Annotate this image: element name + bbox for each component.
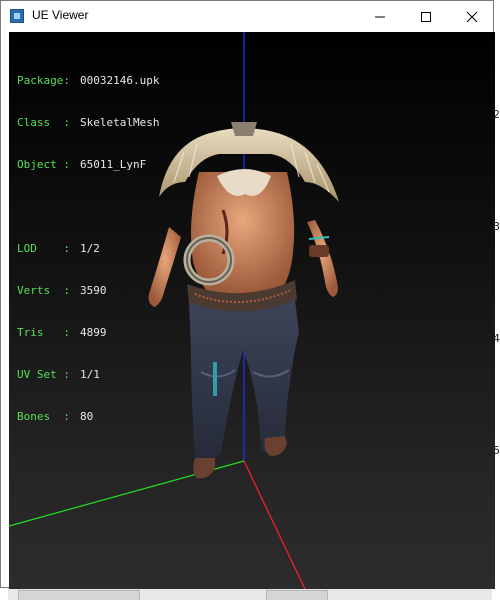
window-title: UE Viewer [32,8,89,22]
close-button[interactable] [449,1,495,32]
info-row-bones: Bones : 80 [17,410,159,424]
app-icon [10,9,24,23]
info-label: Tris : [17,326,70,339]
info-value: 3590 [80,284,107,297]
info-label: Verts : [17,284,70,297]
info-label: Bones : [17,410,70,423]
background-taskbar-strip [8,588,492,600]
info-row-verts: Verts : 3590 [17,284,159,298]
maximize-button[interactable] [403,1,449,32]
title-bar[interactable]: UE Viewer [1,1,493,32]
info-value: SkeletalMesh [80,116,160,129]
mesh-info-overlay: Package: 00032146.upk Class : SkeletalMesh… [17,46,159,452]
info-row-uvset: UV Set : 1/1 [17,368,159,382]
minimize-icon [375,16,385,17]
ue-viewer-window: UE Viewer Package: 00032146.upk Class: … [0,0,495,589]
info-label: Object : [17,158,70,171]
info-label: Class : [17,116,70,129]
info-label: LOD : [17,242,70,255]
info-label: Package: [17,74,70,87]
minimize-button[interactable] [357,1,403,32]
info-value: 1/2 [80,242,100,255]
background-segment [266,590,328,600]
3d-viewport[interactable]: Package: 00032146.upk Class : SkeletalMesh… [9,32,495,589]
close-icon [466,11,478,22]
info-value: 4899 [80,326,107,339]
info-row-tris: Tris : 4899 [17,326,159,340]
info-value: 80 [80,410,94,423]
info-row-object: Object : 65011_LynF [17,158,159,172]
info-value: 65011_LynF [80,158,147,171]
info-row-class: Class : SkeletalMesh [17,116,159,130]
info-row-package: Package: 00032146.upk [17,74,159,88]
info-label: UV Set : [17,368,70,381]
background-segment [18,590,140,600]
info-value: 1/1 [80,368,100,381]
axis-x [243,460,306,589]
info-value: 00032146.upk [80,74,160,87]
maximize-icon [421,11,431,22]
info-row-lod: LOD : 1/2 [17,242,159,256]
